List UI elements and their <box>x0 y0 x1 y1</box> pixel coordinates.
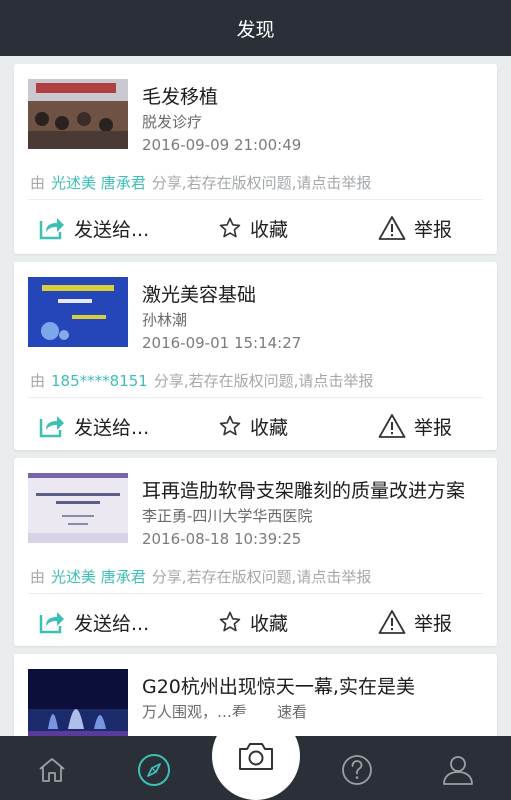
camera-icon <box>239 743 273 770</box>
report-button[interactable]: 举报 <box>378 598 452 646</box>
sharer-name[interactable]: 光述美 唐承君 <box>51 174 146 192</box>
page-title: 发现 <box>236 18 275 41</box>
post-subtitle: 孙林潮 <box>142 311 188 329</box>
share-info: 由 185****8151 分享,若存在版权问题,请点击举报 <box>30 370 373 391</box>
tab-help[interactable] <box>337 750 377 790</box>
post-thumbnail[interactable] <box>28 473 128 543</box>
send-label: 发送给... <box>74 612 150 635</box>
favorite-label: 收藏 <box>250 218 289 241</box>
post-card[interactable]: 毛发移植 脱发诊疗 2016-09-09 21:00:49 由光述美 唐承君 分享… <box>14 64 497 254</box>
post-title[interactable]: 耳再造肋软骨支架雕刻的质量改进方案 <box>142 476 465 503</box>
post-card[interactable]: 耳再造肋软骨支架雕刻的质量改进方案 李正勇-四川大学华西医院 2016-08-1… <box>14 458 497 646</box>
post-actions: 发送给... 收藏 举报 <box>14 204 497 252</box>
send-button[interactable]: 发送给... <box>38 598 149 646</box>
tab-discover[interactable] <box>134 750 174 790</box>
share-notice[interactable]: 分享,若存在版权问题,请点击举报 <box>152 174 372 192</box>
post-card[interactable]: 激光美容基础 孙林潮 2016-09-01 15:14:27 由 185****8… <box>14 262 497 450</box>
share-icon <box>39 612 64 634</box>
post-timestamp: 2016-09-09 21:00:49 <box>142 136 302 154</box>
send-label: 发送给... <box>74 416 150 439</box>
favorite-label: 收藏 <box>250 612 289 635</box>
question-icon <box>342 755 372 785</box>
post-title[interactable]: 激光美容基础 <box>142 280 256 307</box>
share-info: 由光述美 唐承君 分享,若存在版权问题,请点击举报 <box>30 172 371 193</box>
divider <box>28 593 483 594</box>
report-label: 举报 <box>414 218 453 241</box>
favorite-button[interactable]: 收藏 <box>218 402 288 450</box>
report-label: 举报 <box>414 612 453 635</box>
post-title[interactable]: G20杭州出现惊天一幕,实在是美 <box>142 672 415 699</box>
share-info: 由光述美 唐承君 分享,若存在版权问题,请点击举报 <box>30 566 371 587</box>
share-notice[interactable]: 分享,若存在版权问题,请点击举报 <box>152 568 372 586</box>
post-title[interactable]: 毛发移植 <box>142 82 218 109</box>
post-timestamp: 2016-09-01 15:14:27 <box>142 334 302 352</box>
compass-icon <box>138 754 170 786</box>
report-label: 举报 <box>414 416 453 439</box>
share-prefix: 由 <box>30 568 46 586</box>
post-subtitle: 万人围观，…看…，速看 <box>142 703 308 721</box>
send-button[interactable]: 发送给... <box>38 402 149 450</box>
tab-home[interactable] <box>32 750 72 790</box>
divider <box>28 397 483 398</box>
divider <box>28 199 483 200</box>
star-icon <box>219 415 241 436</box>
post-thumbnail[interactable] <box>28 277 128 347</box>
share-prefix: 由 <box>30 372 46 390</box>
favorite-button[interactable]: 收藏 <box>218 598 288 646</box>
post-thumbnail[interactable] <box>28 669 128 736</box>
post-actions: 发送给... 收藏 举报 <box>14 598 497 646</box>
share-notice[interactable]: 分享,若存在版权问题,请点击举报 <box>154 372 374 390</box>
user-icon <box>443 756 473 785</box>
tab-profile[interactable] <box>438 750 478 790</box>
post-subtitle: 李正勇-四川大学华西医院 <box>142 507 313 525</box>
home-icon <box>39 758 65 782</box>
warning-icon <box>378 414 406 438</box>
favorite-label: 收藏 <box>250 416 289 439</box>
post-subtitle: 脱发诊疗 <box>142 113 203 131</box>
share-icon <box>39 416 64 438</box>
top-bar: 发现 <box>0 0 511 56</box>
warning-icon <box>378 610 406 634</box>
favorite-button[interactable]: 收藏 <box>218 204 288 252</box>
sharer-name[interactable]: 光述美 唐承君 <box>51 568 146 586</box>
share-icon <box>39 218 64 240</box>
post-timestamp: 2016-08-18 10:39:25 <box>142 530 302 548</box>
star-icon <box>219 611 241 632</box>
discovery-feed[interactable]: 毛发移植 脱发诊疗 2016-09-09 21:00:49 由光述美 唐承君 分享… <box>0 56 511 736</box>
report-button[interactable]: 举报 <box>378 402 452 450</box>
camera-button[interactable] <box>212 712 300 800</box>
warning-icon <box>378 216 406 240</box>
share-prefix: 由 <box>30 174 46 192</box>
report-button[interactable]: 举报 <box>378 204 452 252</box>
post-thumbnail[interactable] <box>28 79 128 149</box>
send-button[interactable]: 发送给... <box>38 204 149 252</box>
star-icon <box>219 217 241 238</box>
post-actions: 发送给... 收藏 举报 <box>14 402 497 450</box>
send-label: 发送给... <box>74 218 150 241</box>
sharer-name[interactable]: 185****8151 <box>51 372 148 390</box>
